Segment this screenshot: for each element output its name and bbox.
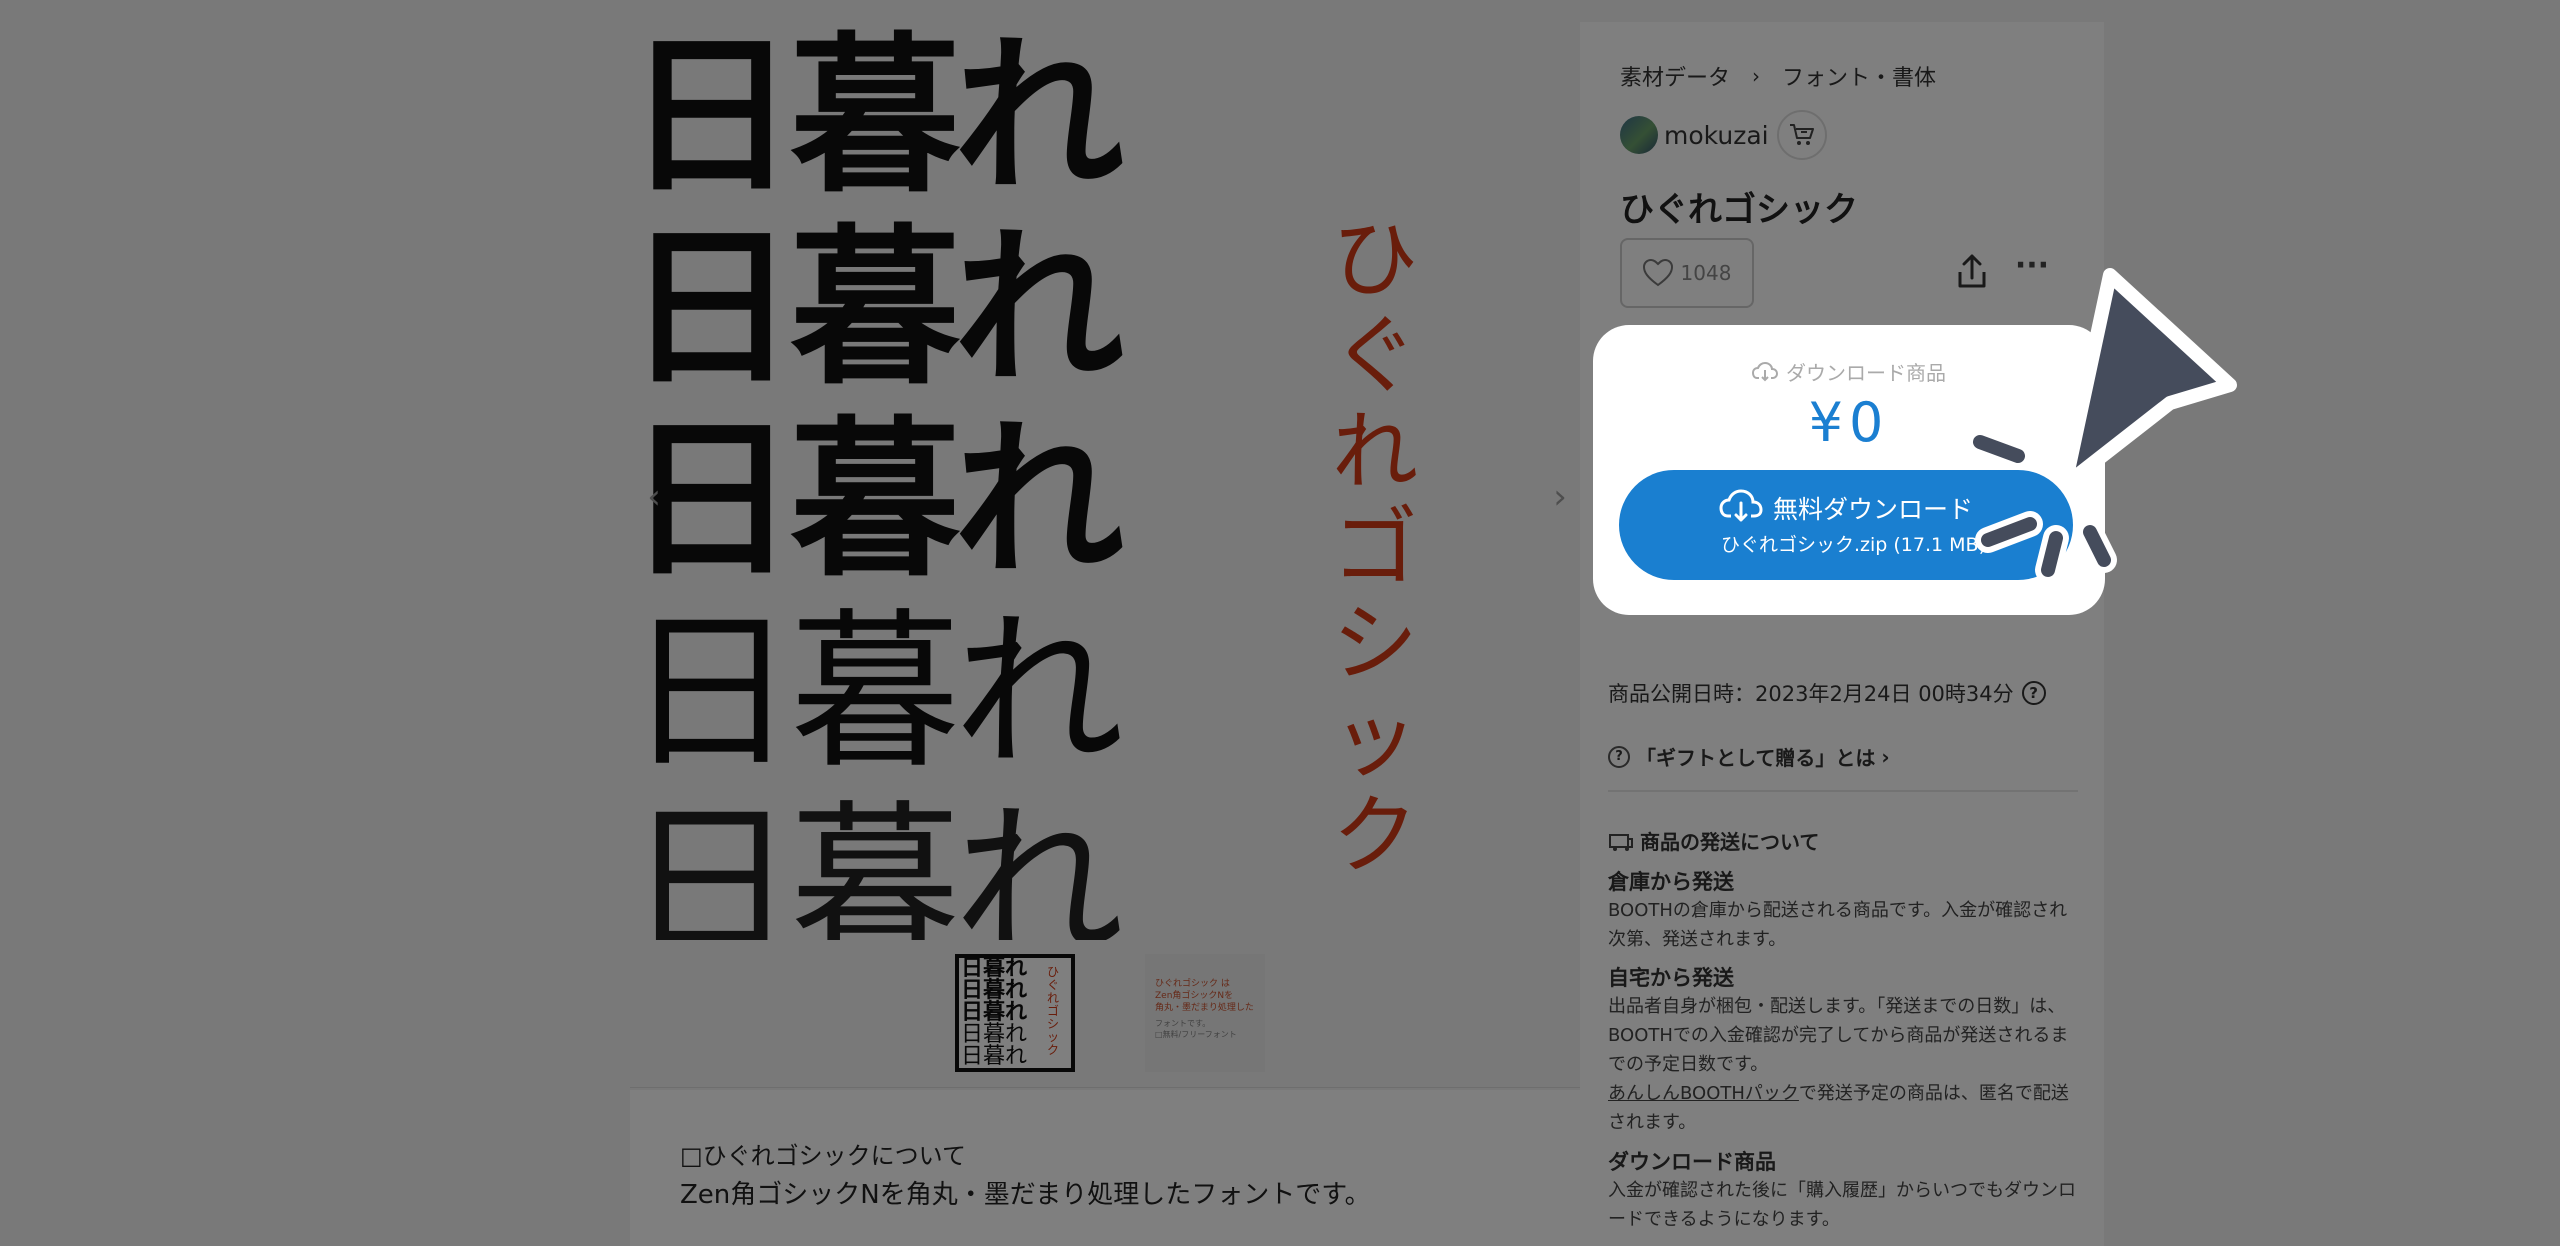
help-icon[interactable]: ? [2021,681,2046,705]
shipping-heading: 商品の発送について [1608,826,1819,855]
thumb-row: 日暮れ [961,956,1028,981]
cloud-download-icon [1752,361,1778,381]
vertical-title-char: ッ [1332,690,1418,790]
vertical-title-char: ゴ [1332,498,1418,598]
description-body: Zen角ゴシックNを角丸・墨だまり処理したフォントです。 [680,1180,1371,1210]
thumb2-title: ひぐれゴシック は Zen角ゴシックNを 角丸・墨だまり処理した [1155,979,1254,1013]
thumbnail-strip: 日暮れ 日暮れ 日暮れ 日暮れ 日暮れ ひぐれゴシック ひぐれゴシック は Ze… [630,940,1585,1088]
vertical-title-char: シ [1332,594,1418,694]
sample-text-row-medium: 日暮れ [630,402,1124,600]
heart-icon [1642,259,1673,287]
ship-pack-line: あんしんBOOTHパックで発送予定の商品は、匿名で配送されます。 [1608,1079,2078,1137]
download-type-text: ダウンロード商品 [1786,361,1946,385]
like-count: 1048 [1680,261,1732,285]
cloud-download-icon [1719,489,1763,522]
shop-row: mokuzai [1620,110,1827,160]
description-heading: □ひぐれゴシックについて [680,1142,966,1170]
gift-info-link[interactable]: ? 「ギフトとして贈る」とは › [1608,742,1890,771]
publish-date: 商品公開日時：2023年2月24日 00時34分 ? [1608,678,2046,708]
item-title: ひぐれゴシック [1620,190,1858,230]
product-info-panel: 素材データ › フォント・書体 mokuzai ひぐれゴシック 1048 ···… [1580,22,2104,1246]
vertical-title-char: ぐ [1332,306,1418,406]
shop-avatar[interactable] [1620,116,1658,154]
breadcrumb-category[interactable]: 素材データ [1620,60,1730,92]
chevron-right-icon: › [1881,744,1890,769]
thumbnail-2[interactable]: ひぐれゴシック は Zen角ゴシックNを 角丸・墨だまり処理した フォントです。… [1145,954,1265,1072]
shop-cart-button[interactable] [1776,110,1827,160]
thumbnail-1[interactable]: 日暮れ 日暮れ 日暮れ 日暮れ 日暮れ ひぐれゴシック [955,954,1075,1072]
thumb-vertical-title: ひぐれゴシック [1046,965,1059,1057]
shipping-heading-label: 商品の発送について [1640,830,1820,854]
ship-download-block: ダウンロード商品 入金が確認された後に「購入履歴」からいつでもダウンロードできる… [1608,1148,2078,1234]
ship-home-block: 自宅から発送 出品者自身が梱包・配送します。「発送までの日数」は、BOOTHでの… [1608,964,2078,1137]
prev-image-arrow-icon[interactable]: ‹ [634,477,674,517]
image-gallery: 日暮れ 日暮れ 日暮れ 日暮れ 日暮れ ひ ぐ れ ゴ シ ッ ク ‹ › [630,22,1585,940]
ship-warehouse-title: 倉庫から発送 [1608,870,1734,894]
ship-warehouse-block: 倉庫から発送 BOOTHの倉庫から配送される商品です。入金が確認され次第、発送さ… [1608,868,2078,954]
sample-text-row-bold: 日暮れ [630,210,1124,408]
chevron-right-icon: › [1752,64,1761,88]
sample-text-row-regular: 日暮れ [630,594,1124,792]
cart-icon [1789,124,1814,145]
gift-link-label: 「ギフトとして贈る」とは [1636,746,1876,770]
vertical-title-char: ク [1332,786,1418,886]
ship-warehouse-body: BOOTHの倉庫から配送される商品です。入金が確認され次第、発送されます。 [1608,900,2068,950]
divider [1608,790,2078,792]
ship-download-body: 入金が確認された後に「購入履歴」からいつでもダウンロードできるようになります。 [1608,1180,2076,1230]
vertical-title-char: ひ [1332,210,1418,310]
sample-text-row-black: 日暮れ [630,22,1124,216]
thumb2-sub: フォントです。 □無料/フリーフォント [1155,1019,1237,1039]
pointer-cursor-icon [2058,268,2237,485]
ship-home-title: 自宅から発送 [1608,966,1734,990]
breadcrumb: 素材データ › フォント・書体 [1620,60,1936,92]
free-download-label: 無料ダウンロード [1773,495,1974,524]
like-button[interactable]: 1048 [1620,238,1754,308]
ship-download-title: ダウンロード商品 [1608,1150,1776,1174]
vertical-title-char: れ [1332,402,1418,502]
ship-home-body: 出品者自身が梱包・配送します。「発送までの日数」は、BOOTHでの入金確認が完了… [1608,996,2069,1075]
share-icon[interactable] [1950,250,1994,294]
next-image-arrow-icon[interactable]: › [1540,477,1580,517]
vertical-font-title: ひ ぐ れ ゴ シ ッ ク [1320,212,1430,884]
box-icon [1609,833,1633,851]
question-icon: ? [1608,745,1630,768]
product-description: □ひぐれゴシックについて Zen角ゴシックNを角丸・墨だまり処理したフォントです… [630,1090,1585,1246]
download-type-label: ダウンロード商品 [1593,357,2105,386]
thumb-row: 日暮れ [961,978,1028,1003]
sample-text-row-light: 日暮れ [630,786,1124,940]
breadcrumb-subcategory[interactable]: フォント・書体 [1782,60,1936,92]
thumb-row: 日暮れ [961,1022,1028,1047]
shop-name-link[interactable]: mokuzai [1664,121,1769,150]
anshin-pack-link[interactable]: あんしんBOOTHパック [1608,1083,1799,1104]
publish-date-text: 商品公開日時：2023年2月24日 00時34分 [1608,682,2014,706]
thumb-row: 日暮れ [961,1000,1028,1025]
main-product-image[interactable]: 日暮れ 日暮れ 日暮れ 日暮れ 日暮れ ひ ぐ れ ゴ シ ッ ク ‹ › [630,22,1585,940]
thumb-row: 日暮れ [961,1044,1028,1069]
file-info: ひぐれゴシック.zip (17.1 MB) [1721,534,1986,556]
